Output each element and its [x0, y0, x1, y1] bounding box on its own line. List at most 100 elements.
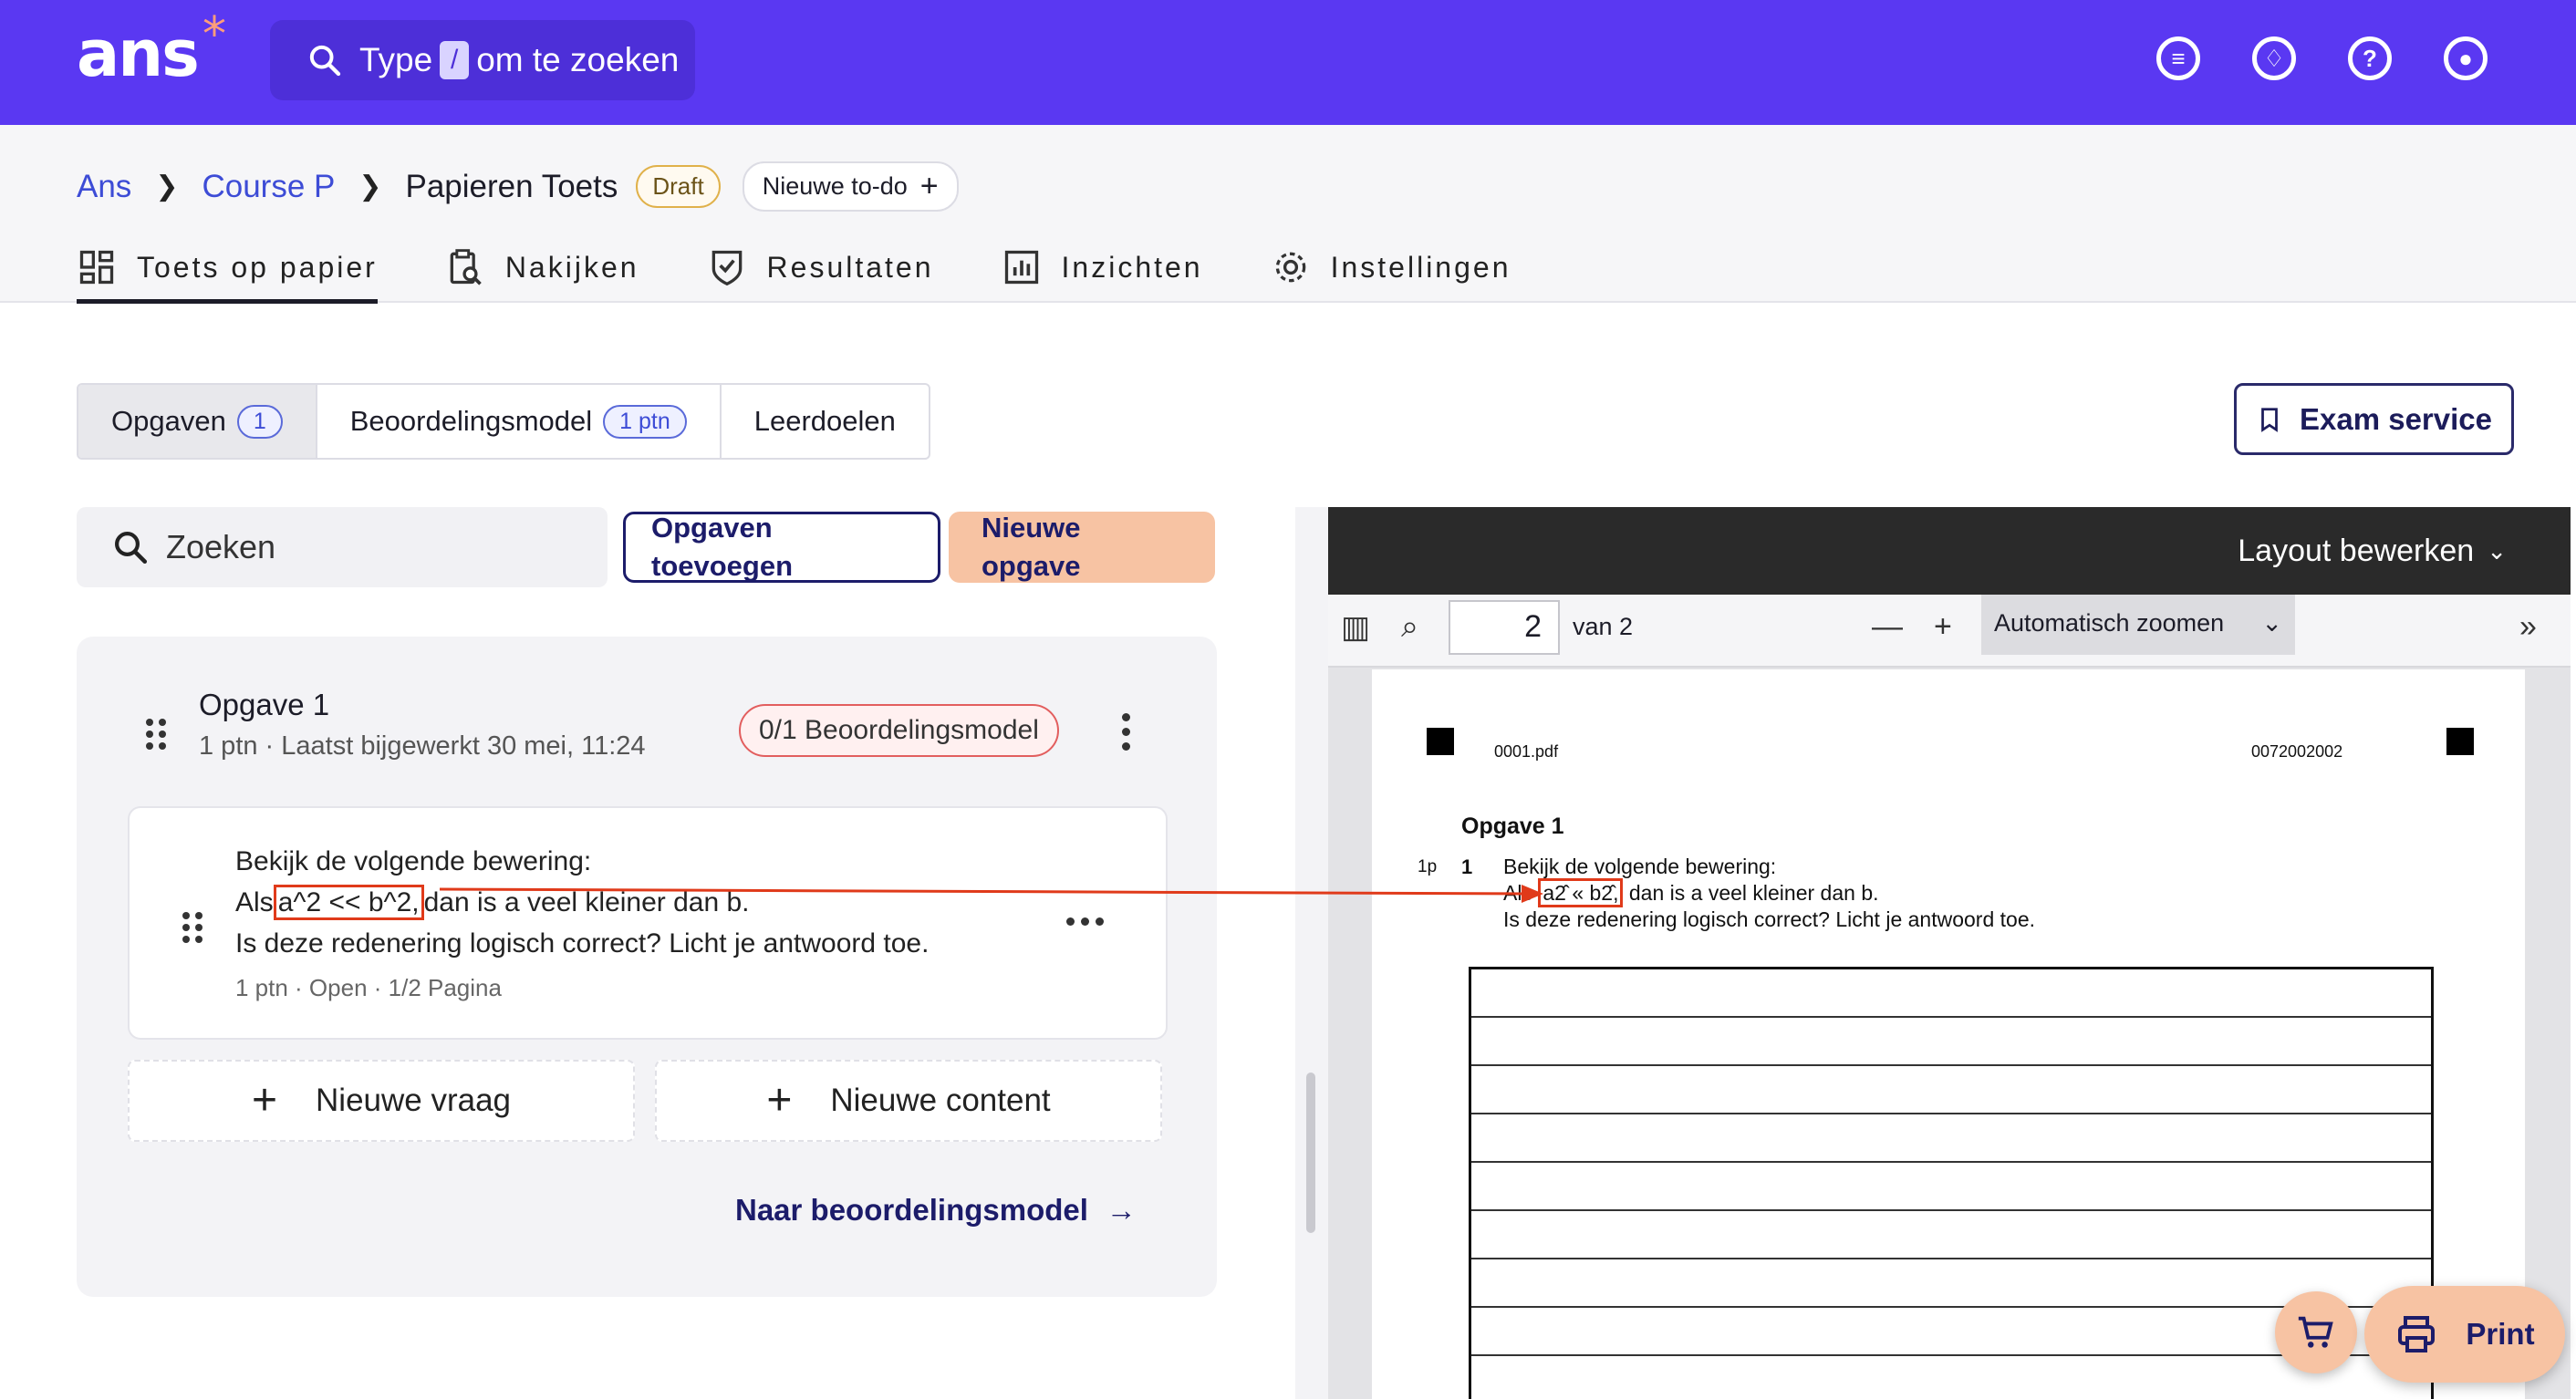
- doc-number: 1: [1461, 855, 1473, 878]
- subtab-leerdoelen[interactable]: Leerdoelen: [722, 385, 929, 458]
- account-icon[interactable]: ●: [2444, 36, 2488, 80]
- search-suffix: om te zoeken: [476, 41, 680, 78]
- zoom-value: Automatisch zoomen: [1994, 609, 2225, 637]
- more-vertical-icon[interactable]: [1122, 713, 1130, 751]
- doc-line-1: Bekijk de volgende bewering:: [1503, 855, 1777, 878]
- to-model-link[interactable]: Naar beoordelingsmodel →: [735, 1193, 1137, 1228]
- new-content-button[interactable]: + Nieuwe content: [655, 1060, 1162, 1142]
- exam-service-label: Exam service: [2299, 401, 2492, 436]
- search-icon: [115, 532, 148, 565]
- new-question-item-button[interactable]: + Nieuwe vraag: [128, 1060, 635, 1142]
- link-label: Naar beoordelingsmodel: [735, 1193, 1088, 1227]
- drag-handle-icon[interactable]: [182, 912, 203, 943]
- zoom-select[interactable]: Automatisch zoomen ⌄: [1981, 595, 2295, 655]
- doc-line-suffix: dan is a veel kleiner dan b.: [1628, 881, 1879, 905]
- question-search-input[interactable]: Zoeken: [77, 507, 608, 587]
- drag-handle-icon[interactable]: [146, 719, 166, 750]
- cart-button[interactable]: [2275, 1291, 2357, 1373]
- question-line-1: Bekijk de volgende bewering:: [235, 846, 592, 876]
- new-todo-label: Nieuwe to-do: [762, 172, 908, 200]
- subtab-opgaven[interactable]: Opgaven 1: [78, 385, 317, 458]
- printer-icon: [2398, 1316, 2436, 1352]
- global-search[interactable]: Type / om te zoeken: [270, 20, 695, 100]
- bookmark-icon: [2261, 407, 2278, 432]
- chevron-right-icon: ❯: [358, 171, 382, 202]
- highlighted-formula: a^2 << b^2,: [273, 885, 424, 920]
- question-item[interactable]: Bekijk de volgende bewering: Als a^2 << b…: [128, 806, 1168, 1040]
- subtab-beoordelingsmodel[interactable]: Beoordelingsmodel 1 ptn: [317, 385, 722, 458]
- plus-icon: +: [766, 1076, 793, 1124]
- breadcrumb-course[interactable]: Course P: [202, 169, 335, 205]
- print-button[interactable]: Print: [2364, 1286, 2565, 1383]
- status-badge: Draft: [636, 165, 721, 208]
- tab-nakijken[interactable]: Nakijken: [445, 234, 639, 300]
- course-header: Ans ❯ Course P ❯ Papieren Toets Draft Ni…: [0, 125, 2576, 304]
- main-tabs: Toets op papier Nakijken Resultaten Inzi…: [77, 234, 1511, 304]
- exam-service-button[interactable]: Exam service: [2234, 383, 2514, 455]
- question-card: Opgave 1 1 ptn · Laatst bijgewerkt 30 me…: [77, 637, 1217, 1297]
- tab-label: Instellingen: [1330, 250, 1511, 284]
- arrow-right-icon: →: [1106, 1193, 1137, 1227]
- tab-toets-op-papier[interactable]: Toets op papier: [77, 234, 378, 304]
- tab-instellingen[interactable]: Instellingen: [1271, 234, 1511, 300]
- search-icon: [309, 45, 341, 77]
- breadcrumb: Ans ❯ Course P ❯ Papieren Toets Draft Ni…: [77, 161, 959, 212]
- model-status-badge[interactable]: 0/1 Beoordelingsmodel: [739, 704, 1059, 757]
- search-shortcut-key: /: [440, 41, 470, 79]
- content-subtabs: Opgaven 1 Beoordelingsmodel 1 ptn Leerdoel…: [77, 383, 930, 460]
- more-tools-icon[interactable]: »: [2519, 609, 2537, 645]
- clipboard-search-icon: [450, 249, 482, 285]
- question-meta: 1 ptn · Laatst bijgewerkt 30 mei, 11:24: [199, 731, 646, 761]
- plus-icon: +: [919, 169, 939, 203]
- button-label: Nieuwe content: [830, 1083, 1051, 1118]
- more-horizontal-icon[interactable]: [1066, 917, 1104, 926]
- search-placeholder: Zoeken: [166, 528, 276, 565]
- new-todo-button[interactable]: Nieuwe to-do +: [742, 161, 959, 212]
- question-line-3: Is deze redenering logisch correct? Lich…: [235, 928, 930, 959]
- layout-edit-button[interactable]: Layout bewerken: [2238, 534, 2474, 569]
- question-item-meta: 1 ptn · Open · 1/2 Pagina: [235, 974, 502, 1001]
- zoom-out-icon[interactable]: —: [1872, 609, 1903, 645]
- page-title: Papieren Toets: [405, 168, 618, 204]
- breadcrumb-ans[interactable]: Ans: [77, 169, 131, 205]
- notifications-icon[interactable]: ♢: [2252, 36, 2296, 80]
- doc-line-2: Als a2̂ « b2̂, dan is a veel kleiner dan…: [1503, 878, 2035, 907]
- question-line-2: Als a^2 << b^2, dan is a veel kleiner dan …: [235, 882, 929, 923]
- question-title[interactable]: Opgave 1: [199, 688, 329, 722]
- line-prefix: Als: [235, 887, 274, 917]
- question-text: Bekijk de volgende bewering: Als a^2 << b…: [235, 841, 929, 964]
- ans-logo[interactable]: ans *: [77, 7, 226, 91]
- tab-label: Nakijken: [504, 250, 639, 284]
- pdf-toolbar: ▥ ⌕ 2 van 2 — + Automatisch zoomen ⌄ »: [1328, 595, 2571, 668]
- doc-filename: 0001.pdf: [1494, 742, 1559, 761]
- pdf-page: 0001.pdf 0072002002 Opgave 1 1p 1 Bekijk…: [1372, 669, 2525, 1399]
- button-label: Nieuwe vraag: [316, 1083, 512, 1118]
- messages-icon[interactable]: ≡: [2156, 36, 2200, 80]
- page-number-input[interactable]: 2: [1449, 600, 1560, 655]
- sidebar-toggle-icon[interactable]: ▥: [1341, 609, 1370, 646]
- count-badge: 1: [236, 404, 283, 439]
- page-count: van 2: [1573, 613, 1634, 640]
- registration-mark: [1427, 728, 1454, 755]
- new-question-button[interactable]: Nieuwe opgave: [949, 512, 1215, 583]
- doc-highlighted-formula: a2̂ « b2̂,: [1538, 878, 1624, 907]
- tab-inzichten[interactable]: Inzichten: [1002, 234, 1203, 300]
- search-icon[interactable]: ⌕: [1401, 609, 1418, 645]
- zoom-in-icon[interactable]: +: [1934, 609, 1952, 645]
- help-icon[interactable]: ?: [2348, 36, 2392, 80]
- tab-label: Inzichten: [1061, 250, 1203, 284]
- doc-question-text: Bekijk de volgende bewering: Als a2̂ « b…: [1503, 854, 2035, 933]
- tab-label: Toets op papier: [137, 250, 378, 284]
- chevron-down-icon: ⌄: [2261, 609, 2282, 637]
- points-badge: 1 ptn: [603, 404, 687, 439]
- tab-resultaten[interactable]: Resultaten: [707, 234, 934, 300]
- panel-divider: [1295, 507, 1328, 1399]
- subtab-label: Opgaven: [111, 405, 226, 437]
- line-suffix: dan is a veel kleiner dan b.: [423, 887, 750, 917]
- viewer-header: Layout bewerken ⌄: [1328, 507, 2571, 595]
- chevron-down-icon: ⌄: [2487, 536, 2507, 565]
- scrollbar[interactable]: [1306, 1073, 1315, 1233]
- subtab-label: Beoordelingsmodel: [349, 405, 593, 437]
- doc-points: 1p: [1418, 857, 1438, 876]
- add-questions-button[interactable]: Opgaven toevoegen: [623, 512, 940, 583]
